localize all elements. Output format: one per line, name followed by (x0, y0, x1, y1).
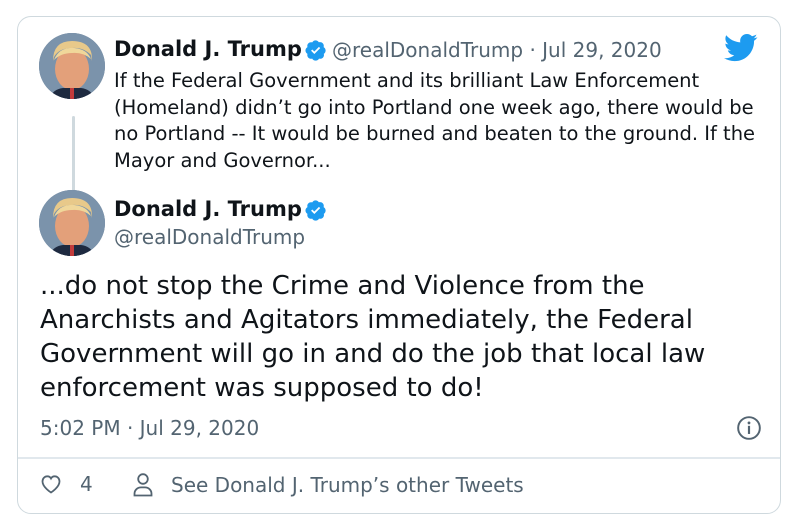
heart-icon (41, 475, 61, 494)
verified-badge-icon (305, 200, 326, 221)
quoted-tweet-text: If the Federal Government and its brilli… (114, 69, 756, 172)
meta-separator: · (529, 38, 536, 62)
author-handle[interactable]: @realDonaldTrump (114, 225, 305, 249)
verified-badge-icon (305, 40, 326, 61)
footer-divider (18, 457, 780, 459)
avatar[interactable] (39, 33, 105, 99)
avatar[interactable] (39, 190, 105, 256)
tweet-text: ...do not stop the Crime and Violence fr… (40, 271, 706, 403)
like-count: 4 (80, 472, 93, 496)
twitter-bird-icon[interactable] (724, 33, 758, 63)
quoted-meta: @realDonaldTrump · Jul 29, 2020 (332, 38, 662, 62)
see-other-tweets-link[interactable]: See Donald J. Trump’s other Tweets (131, 472, 524, 498)
quoted-author-name[interactable]: Donald J. Trump (114, 37, 302, 61)
quoted-handle[interactable]: @realDonaldTrump (332, 38, 523, 62)
tweet-embed-card: Donald J. Trump @realDonaldTrump · Jul 2… (17, 16, 781, 514)
avatar-photo (39, 190, 105, 256)
like-button[interactable]: 4 (38, 472, 93, 496)
see-other-tweets-label: See Donald J. Trump’s other Tweets (171, 473, 524, 497)
info-icon[interactable] (736, 415, 762, 441)
author-name[interactable]: Donald J. Trump (114, 197, 302, 221)
quoted-date[interactable]: Jul 29, 2020 (542, 38, 662, 62)
avatar-photo (39, 33, 105, 99)
thread-connector-line (72, 116, 75, 199)
person-icon (133, 473, 153, 497)
tweet-timestamp[interactable]: 5:02 PM · Jul 29, 2020 (40, 416, 259, 440)
